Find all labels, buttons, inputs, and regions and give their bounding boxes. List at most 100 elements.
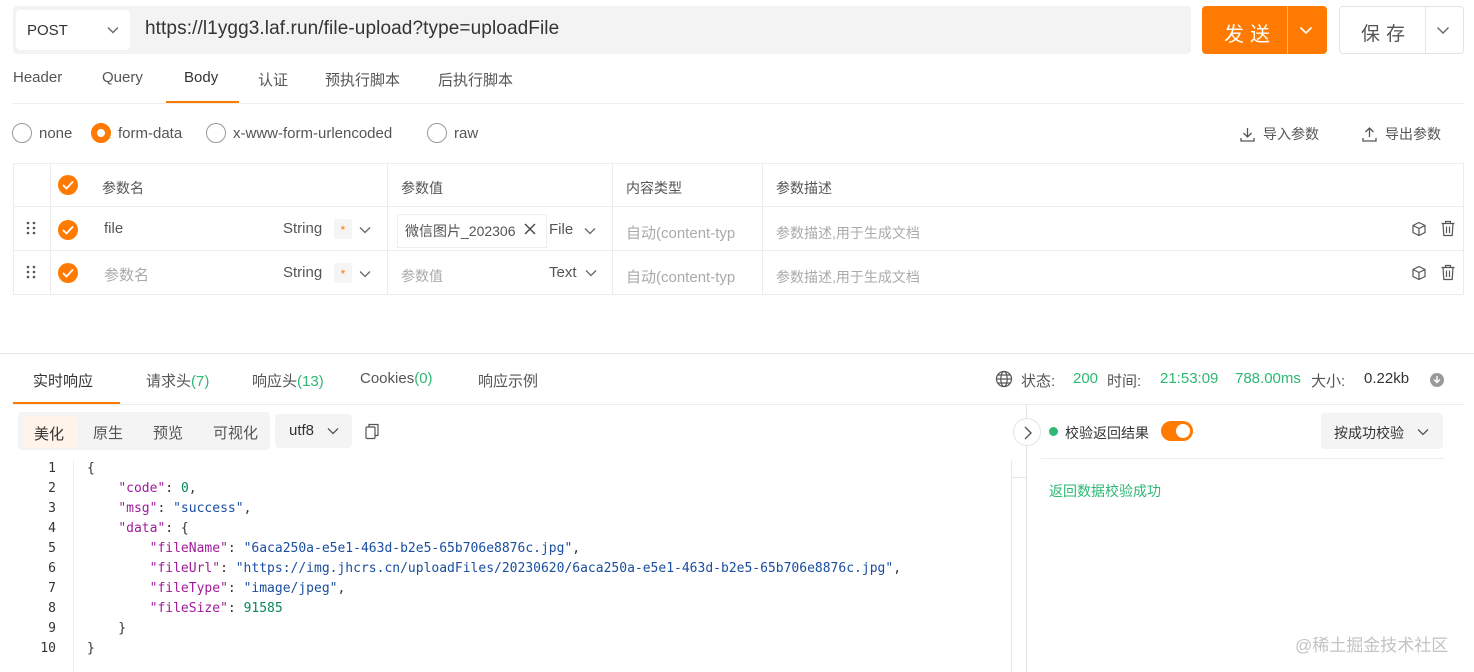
radio-label: form-data <box>118 124 183 142</box>
validation-mode-select[interactable]: 按成功校验 <box>1321 413 1443 449</box>
view-tab-visualize[interactable]: 可视化 <box>213 422 258 443</box>
view-tab-raw[interactable]: 原生 <box>93 422 123 443</box>
line-number: 2 <box>48 481 56 496</box>
required-toggle[interactable]: * <box>334 263 352 283</box>
chevron-down-icon[interactable] <box>585 269 597 277</box>
globe-icon[interactable] <box>995 370 1013 388</box>
status-code: 200 <box>1073 370 1099 387</box>
validation-mode-label: 按成功校验 <box>1334 425 1404 441</box>
column-header-description: 参数描述 <box>776 180 832 196</box>
import-icon <box>1240 127 1263 142</box>
radio-circle[interactable] <box>427 123 447 143</box>
radio-form-data[interactable]: form-data <box>91 123 182 143</box>
tab-body[interactable]: Body <box>184 69 218 86</box>
radio-raw[interactable]: raw <box>427 123 478 143</box>
code-line: "fileName": "6aca250a-e5e1-463d-b2e5-65b… <box>149 541 581 556</box>
view-tab-pretty[interactable]: 美化 <box>23 416 78 448</box>
tab-post-script[interactable]: 后执行脚本 <box>438 69 513 90</box>
validation-divider <box>1041 458 1444 459</box>
column-divider <box>50 164 51 294</box>
column-header-value: 参数值 <box>401 180 443 196</box>
line-number: 1 <box>48 461 56 476</box>
drag-handle-icon[interactable] <box>26 265 36 279</box>
line-number: 4 <box>48 521 56 536</box>
column-divider <box>612 164 613 294</box>
encoding-select[interactable]: utf8 <box>275 414 352 448</box>
code-line: "fileType": "image/jpeg", <box>149 581 346 596</box>
param-type-select[interactable]: String <box>283 220 322 237</box>
tab-response-examples[interactable]: 响应示例 <box>478 370 538 391</box>
toggle-knob <box>1176 424 1190 438</box>
radio-label: none <box>39 124 73 142</box>
send-label: 发送 <box>1224 24 1276 46</box>
chevron-down-icon[interactable] <box>359 270 371 278</box>
line-number: 10 <box>40 641 56 656</box>
value-kind-select[interactable]: Text <box>549 264 577 281</box>
method-label: POST <box>27 21 68 39</box>
copy-icon[interactable] <box>364 423 380 440</box>
duration-value: 788.00ms <box>1235 370 1301 387</box>
clear-file-icon[interactable] <box>524 223 536 235</box>
scrollbar-track[interactable] <box>1011 460 1012 672</box>
collapse-panel-button[interactable] <box>1013 418 1041 446</box>
drag-handle-icon[interactable] <box>26 221 36 235</box>
time-value: 21:53:09 <box>1160 370 1219 387</box>
select-all-checkbox[interactable] <box>58 175 78 195</box>
validation-toggle[interactable] <box>1161 421 1193 441</box>
save-button[interactable]: 保存 <box>1339 6 1464 54</box>
radio-circle[interactable] <box>12 123 32 143</box>
tab-response-headers[interactable]: 响应头(13) <box>252 370 324 391</box>
save-options-chevron-icon[interactable] <box>1435 22 1451 38</box>
param-value-input[interactable]: 参数值 <box>401 266 443 286</box>
trash-icon[interactable] <box>1440 264 1456 281</box>
chevron-down-icon <box>1417 428 1429 436</box>
radio-none[interactable]: none <box>12 123 72 143</box>
param-type-select[interactable]: String <box>283 264 322 281</box>
view-tab-preview[interactable]: 预览 <box>153 422 183 443</box>
tab-header[interactable]: Header <box>13 69 62 86</box>
description-input[interactable]: 参数描述,用于生成文档 <box>776 267 920 287</box>
url-input[interactable]: https://l1ygg3.laf.run/file-upload?type=… <box>145 18 559 40</box>
tab-pre-script[interactable]: 预执行脚本 <box>325 69 400 90</box>
row-checkbox[interactable] <box>58 263 78 283</box>
send-button[interactable]: 发送 <box>1202 6 1327 54</box>
param-name-input[interactable]: 参数名 <box>104 264 149 285</box>
row-divider <box>14 250 1463 251</box>
value-kind-select[interactable]: File <box>549 221 573 238</box>
tab-auth[interactable]: 认证 <box>258 69 288 90</box>
param-name-input[interactable]: file <box>104 220 123 237</box>
response-divider <box>0 353 1474 354</box>
radio-circle[interactable] <box>206 123 226 143</box>
row-divider <box>14 206 1463 207</box>
chevron-down-icon <box>106 23 120 37</box>
tab-live-response[interactable]: 实时响应 <box>33 370 93 391</box>
tab-request-headers[interactable]: 请求头(7) <box>146 370 209 391</box>
import-params-button[interactable]: 导入参数 <box>1240 124 1319 144</box>
line-number: 6 <box>48 561 56 576</box>
column-header-content-type: 内容类型 <box>626 180 682 196</box>
content-type-input[interactable]: 自动(content-typ <box>626 222 735 243</box>
trash-icon[interactable] <box>1440 220 1456 237</box>
radio-circle-selected[interactable] <box>91 123 111 143</box>
tab-cookies[interactable]: Cookies(0) <box>360 370 433 387</box>
send-options-chevron-icon[interactable] <box>1298 22 1314 38</box>
param-file-value: 微信图片_202306 <box>405 223 516 239</box>
chevron-down-icon <box>327 427 339 435</box>
scrollbar-thumb[interactable] <box>1011 477 1026 478</box>
description-input[interactable]: 参数描述,用于生成文档 <box>776 223 920 243</box>
line-number: 9 <box>48 621 56 636</box>
cube-icon[interactable] <box>1411 265 1427 281</box>
export-params-button[interactable]: 导出参数 <box>1362 124 1441 144</box>
content-type-input[interactable]: 自动(content-typ <box>626 266 735 287</box>
download-icon[interactable] <box>1429 372 1445 388</box>
radio-x-www-form-urlencoded[interactable]: x-www-form-urlencoded <box>206 123 392 143</box>
chevron-down-icon[interactable] <box>584 227 596 235</box>
tab-query[interactable]: Query <box>102 69 143 86</box>
row-checkbox[interactable] <box>58 220 78 240</box>
required-toggle[interactable]: * <box>334 219 352 239</box>
size-value: 0.22kb <box>1364 370 1410 387</box>
method-select[interactable]: POST <box>16 10 130 50</box>
response-body-editor[interactable]: 1 2 3 4 5 6 7 8 9 10 { "code": 0, "msg":… <box>0 458 1026 672</box>
chevron-down-icon[interactable] <box>359 226 371 234</box>
cube-icon[interactable] <box>1411 221 1427 237</box>
